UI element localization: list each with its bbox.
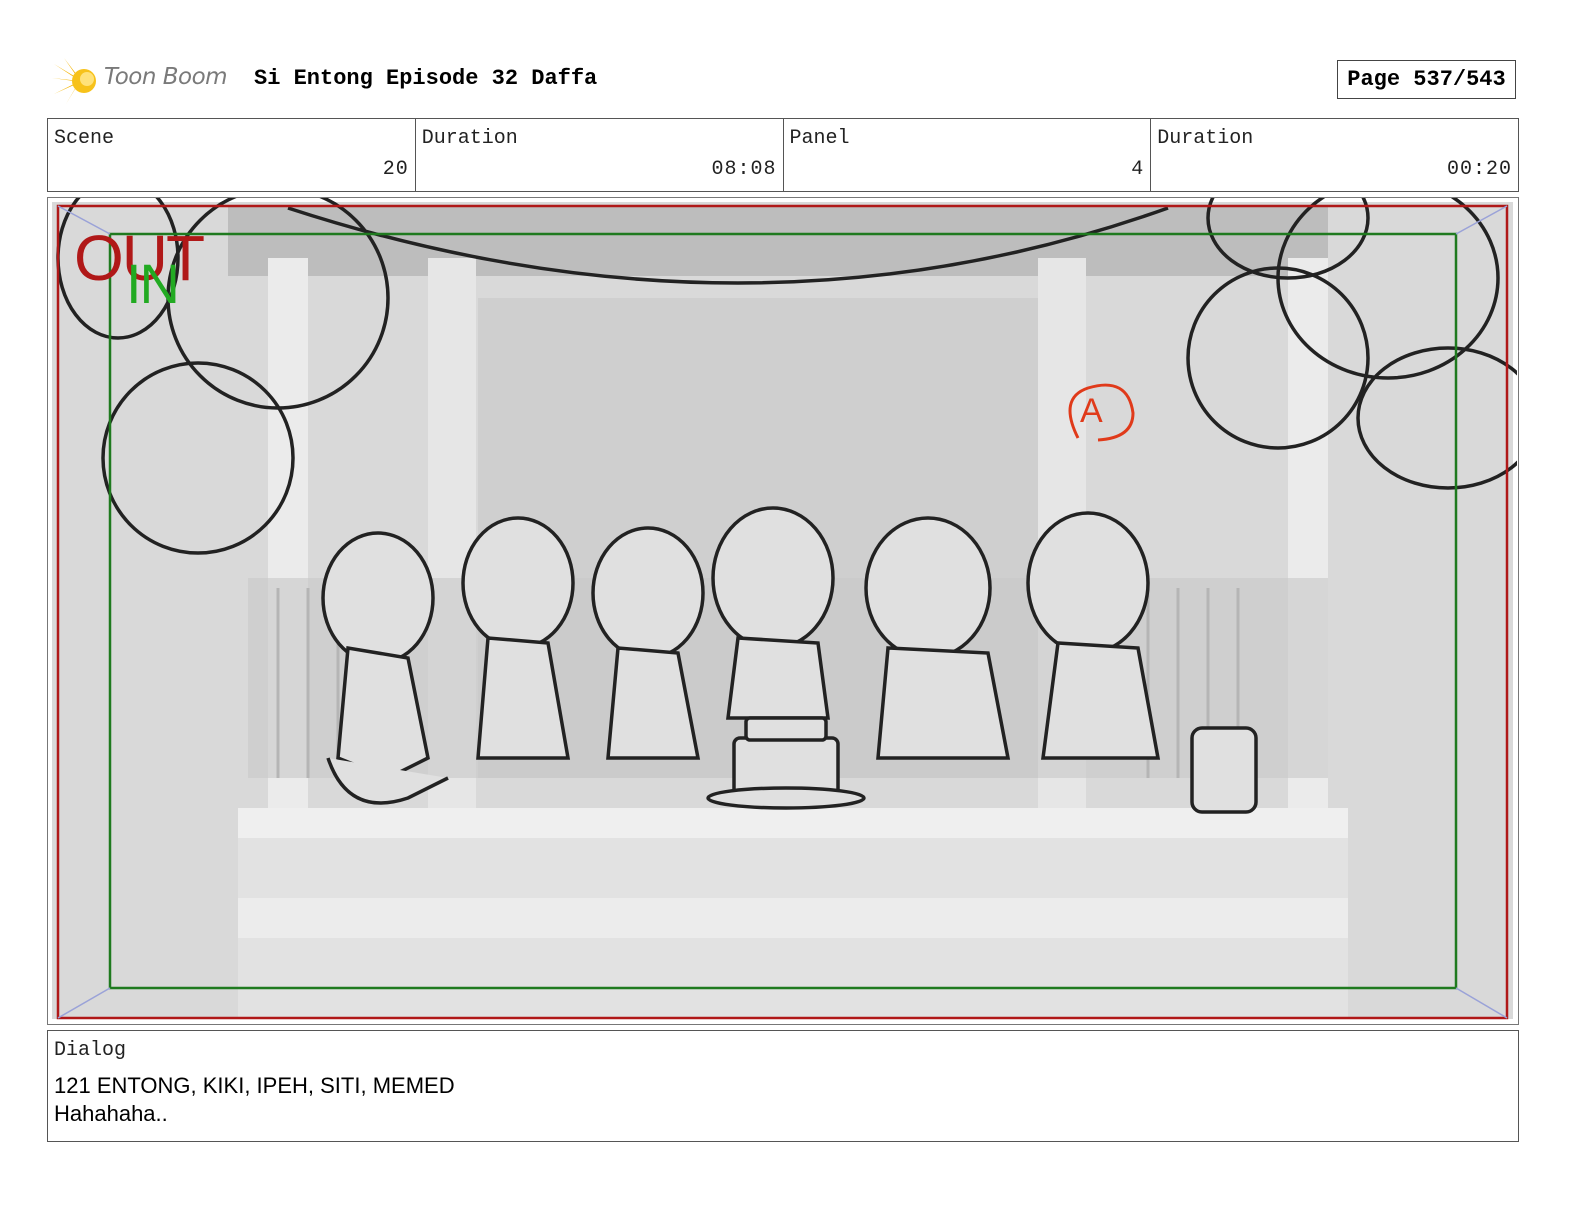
scene-info-table: Scene 20 Duration 08:08 Panel 4 Duration… — [47, 118, 1519, 192]
panel-duration-cell: Duration 00:20 — [1151, 119, 1518, 191]
in-marker-label: IN — [126, 252, 180, 315]
panel-label: Panel — [789, 127, 850, 150]
scene-duration-value: 08:08 — [711, 158, 777, 181]
toon-boom-logo-icon — [52, 58, 96, 104]
storyboard-panel: OUT IN A — [47, 197, 1519, 1025]
dialog-label: Dialog — [54, 1039, 127, 1062]
panel-value: 4 — [1131, 158, 1145, 181]
kid-4 — [711, 506, 835, 720]
camera-marker-label: A — [1080, 392, 1103, 430]
panel-duration-label: Duration — [1157, 127, 1254, 150]
scene-value: 20 — [382, 158, 409, 181]
panel-cell: Panel 4 — [784, 119, 1152, 191]
panel-duration-value: 00:20 — [1446, 158, 1512, 181]
logo-wordmark: Toon Boom — [104, 64, 228, 90]
scene-label: Scene — [54, 127, 115, 150]
panel-drawing — [52, 198, 1517, 1020]
platform-top — [238, 808, 1348, 838]
scene-cell: Scene 20 — [48, 119, 416, 191]
dialog-line: Hahahaha.. — [54, 1101, 168, 1126]
project-title: Si Entong Episode 32 Daffa — [254, 66, 598, 91]
gazebo-roof — [228, 206, 1328, 276]
platform-step — [238, 898, 1348, 938]
dialog-box: Dialog 121 ENTONG, KIKI, IPEH, SITI, MEM… — [47, 1030, 1519, 1142]
jar — [1190, 726, 1258, 814]
page-indicator: Page 537/543 — [1337, 60, 1516, 99]
scene-duration-label: Duration — [421, 127, 518, 150]
dialog-line: 121 ENTONG, KIKI, IPEH, SITI, MEMED — [54, 1073, 455, 1098]
scene-duration-cell: Duration 08:08 — [416, 119, 784, 191]
